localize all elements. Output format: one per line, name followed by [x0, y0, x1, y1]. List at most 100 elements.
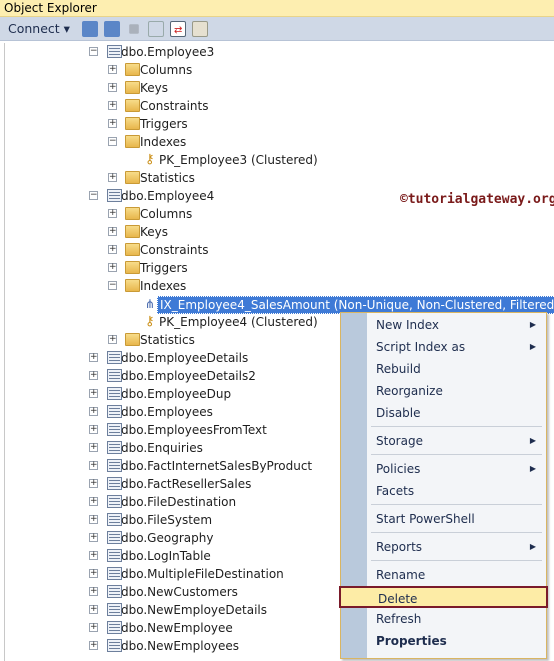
tree-node-label[interactable]: dbo.EmployeesFromText: [121, 421, 267, 439]
tree-node-label[interactable]: PK_Employee3 (Clustered): [159, 151, 318, 169]
menu-item-rename[interactable]: Rename: [367, 564, 544, 586]
expand-icon[interactable]: +: [89, 587, 98, 596]
expand-icon[interactable]: +: [89, 605, 98, 614]
tree-node-label[interactable]: dbo.FileDestination: [121, 493, 236, 511]
table-icon: [107, 567, 122, 580]
expand-icon[interactable]: +: [108, 173, 117, 182]
tree-node-label[interactable]: Constraints: [140, 241, 208, 259]
tree-node-label[interactable]: Columns: [140, 205, 192, 223]
tree-node[interactable]: + Columns: [5, 205, 554, 223]
tree-node-label[interactable]: Keys: [140, 223, 168, 241]
expand-icon[interactable]: +: [89, 515, 98, 524]
tree-node-label[interactable]: dbo.Enquiries: [121, 439, 203, 457]
expand-icon[interactable]: +: [89, 425, 98, 434]
menu-item-facets[interactable]: Facets: [367, 480, 544, 502]
tree-node[interactable]: − Indexes: [5, 133, 554, 151]
menu-item-reports[interactable]: Reports ▶: [367, 536, 544, 558]
tree-node-label[interactable]: dbo.Employees: [121, 403, 213, 421]
tree-node[interactable]: − Indexes: [5, 277, 554, 295]
collapse-icon[interactable]: −: [89, 191, 98, 200]
expand-icon[interactable]: +: [108, 263, 117, 272]
tree-node[interactable]: + Columns: [5, 61, 554, 79]
tree-node-label[interactable]: dbo.FactInternetSalesByProduct: [121, 457, 312, 475]
tree-node-label[interactable]: dbo.NewEmployees: [121, 637, 239, 655]
expand-icon[interactable]: +: [89, 533, 98, 542]
expand-icon[interactable]: +: [89, 353, 98, 362]
collapse-icon[interactable]: −: [108, 281, 117, 290]
tree-node[interactable]: + Statistics: [5, 169, 554, 187]
menu-item-rebuild[interactable]: Rebuild: [367, 358, 544, 380]
expand-icon[interactable]: +: [89, 461, 98, 470]
tree-node-label[interactable]: Columns: [140, 61, 192, 79]
tree-node-label[interactable]: dbo.LogInTable: [121, 547, 211, 565]
expand-icon[interactable]: +: [89, 443, 98, 452]
menu-item-reorganize[interactable]: Reorganize: [367, 380, 544, 402]
menu-item-new-index[interactable]: New Index ▶: [367, 314, 544, 336]
tree-node-label[interactable]: dbo.Employee4: [121, 187, 214, 205]
tree-node-label[interactable]: dbo.Employee3: [121, 43, 214, 61]
expand-icon[interactable]: +: [108, 227, 117, 236]
collapse-icon[interactable]: −: [89, 47, 98, 56]
tree-node-label[interactable]: Statistics: [140, 331, 195, 349]
tree-node[interactable]: + Triggers: [5, 115, 554, 133]
tree-node-label[interactable]: dbo.EmployeeDup: [121, 385, 231, 403]
expand-icon[interactable]: +: [89, 479, 98, 488]
tree-node[interactable]: + Triggers: [5, 259, 554, 277]
expand-icon[interactable]: +: [89, 389, 98, 398]
connect-button[interactable]: Connect ▾: [8, 21, 70, 36]
tree-node[interactable]: ⚷ PK_Employee3 (Clustered): [5, 151, 554, 169]
tree-node-label[interactable]: dbo.EmployeeDetails2: [121, 367, 256, 385]
tree-node[interactable]: ⋔ IX_Employee4_SalesAmount (Non-Unique, N…: [5, 295, 554, 314]
collapse-icon[interactable]: −: [108, 137, 117, 146]
menu-item-policies[interactable]: Policies ▶: [367, 458, 544, 480]
menu-item-storage[interactable]: Storage ▶: [367, 430, 544, 452]
filter-icon[interactable]: [147, 20, 164, 37]
tree-node-label[interactable]: dbo.MultipleFileDestination: [121, 565, 284, 583]
tree-node-label[interactable]: dbo.NewEmployee: [121, 619, 233, 637]
menu-item-refresh[interactable]: Refresh: [367, 608, 544, 630]
expand-icon[interactable]: +: [108, 209, 117, 218]
tree-node-label[interactable]: Triggers: [140, 259, 188, 277]
expand-icon[interactable]: +: [108, 83, 117, 92]
refresh-icon[interactable]: ⇄: [169, 20, 186, 37]
tree-node-label[interactable]: dbo.NewEmployeDetails: [121, 601, 267, 619]
tree-node-label[interactable]: Indexes: [140, 277, 186, 295]
tree-node-label[interactable]: dbo.Geography: [121, 529, 213, 547]
tree-node[interactable]: + Keys: [5, 79, 554, 97]
tree-node-label[interactable]: dbo.EmployeeDetails: [121, 349, 248, 367]
tree-node-label[interactable]: dbo.FactResellerSales: [121, 475, 251, 493]
menu-item-properties[interactable]: Properties: [367, 630, 544, 652]
disconnect-icon[interactable]: [103, 20, 120, 37]
expand-icon[interactable]: +: [89, 641, 98, 650]
expand-icon[interactable]: +: [89, 551, 98, 560]
tree-node-label[interactable]: dbo.NewCustomers: [121, 583, 238, 601]
tree-node-label[interactable]: Constraints: [140, 97, 208, 115]
expand-icon[interactable]: +: [89, 623, 98, 632]
expand-icon[interactable]: +: [89, 371, 98, 380]
expand-icon[interactable]: +: [108, 65, 117, 74]
tree-node[interactable]: + Keys: [5, 223, 554, 241]
expand-icon[interactable]: +: [108, 245, 117, 254]
menu-item-script-index-as[interactable]: Script Index as ▶: [367, 336, 544, 358]
expand-icon[interactable]: +: [89, 497, 98, 506]
expand-icon[interactable]: +: [108, 119, 117, 128]
tree-node[interactable]: + Constraints: [5, 241, 554, 259]
expand-icon[interactable]: +: [108, 335, 117, 344]
tree-node-label[interactable]: Statistics: [140, 169, 195, 187]
menu-item-delete[interactable]: Delete: [339, 586, 548, 608]
expand-icon[interactable]: +: [89, 407, 98, 416]
tree-node-label[interactable]: Triggers: [140, 115, 188, 133]
tree-node[interactable]: − dbo.Employee3: [5, 43, 554, 61]
menu-item-disable[interactable]: Disable: [367, 402, 544, 424]
tree-node-label[interactable]: PK_Employee4 (Clustered): [159, 313, 318, 331]
expand-icon[interactable]: +: [89, 569, 98, 578]
tree-node-label[interactable]: Keys: [140, 79, 168, 97]
connect-icon[interactable]: [81, 20, 98, 37]
stop-icon[interactable]: [129, 23, 139, 34]
expand-icon[interactable]: +: [108, 101, 117, 110]
tree-node-label[interactable]: Indexes: [140, 133, 186, 151]
summary-icon[interactable]: [191, 20, 208, 37]
tree-node-label[interactable]: dbo.FileSystem: [121, 511, 212, 529]
menu-item-start-powershell[interactable]: Start PowerShell: [367, 508, 544, 530]
tree-node[interactable]: + Constraints: [5, 97, 554, 115]
